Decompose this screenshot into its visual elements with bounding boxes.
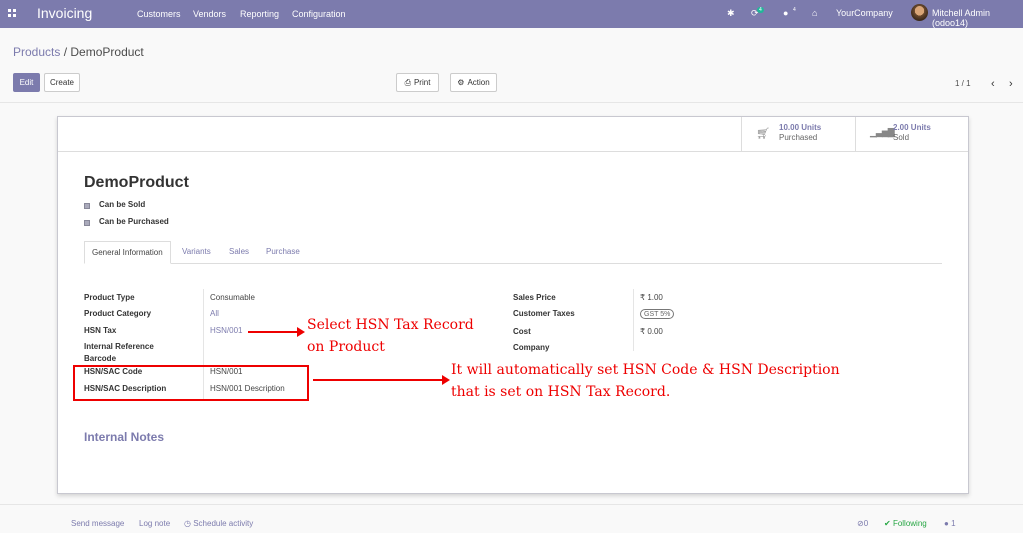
attachments-button[interactable]: ⊘0 [857,519,868,528]
attachments-count: 0 [863,519,869,528]
purchased-smart-button[interactable]: 🛒︎ 10.00 Units Purchased [741,117,855,151]
cost-value: ₹ 0.00 [640,327,663,336]
sold-value: 2.00 Units [893,123,931,132]
company-switch-icon[interactable]: ⌂ [812,8,817,18]
annotation-2-line-1: It will automatically set HSN Code & HSN… [451,362,840,378]
annotation-arrow-hsn-code [313,375,450,385]
schedule-activity-label: Schedule activity [193,519,254,528]
company-label: Company [513,343,550,352]
apps-menu-icon[interactable] [8,9,18,19]
following-label: Following [892,519,927,528]
sold-label: Sold [893,133,910,142]
sold-smart-button[interactable]: ▁▃▅▇ 2.00 Units Sold [855,117,968,151]
customer-taxes-label: Customer Taxes [513,309,575,318]
action-label: Action [467,78,490,87]
form-sheet: 🛒︎ 10.00 Units Purchased ▁▃▅▇ 2.00 Units… [57,116,969,494]
cost-label: Cost [513,327,531,336]
app-name[interactable]: Invoicing [37,5,92,21]
check-icon: ✔ [884,519,891,528]
send-message-button[interactable]: Send message [71,519,124,528]
create-button[interactable]: Create [44,73,80,92]
schedule-activity-button[interactable]: ◷ Schedule activity [184,519,253,528]
annotation-auto-set: It will automatically set HSN Code & HSN… [451,359,840,403]
tab-variants[interactable]: Variants [182,241,211,264]
menu-configuration[interactable]: Configuration [292,9,346,19]
user-avatar[interactable] [911,4,928,21]
notebook-tabs: General Information Variants Sales Purch… [84,241,942,264]
breadcrumb-products[interactable]: Products [13,45,60,59]
chatter-divider [0,504,1023,505]
pager-value[interactable]: 1 / 1 [955,79,971,88]
user-name[interactable]: Mitchell Admin (odoo14) [932,8,1023,28]
product-type-label: Product Type [84,293,135,302]
messages-chat-icon[interactable]: ● 4 [783,7,796,18]
followers-count: 1 [951,519,956,528]
activity-clock-icon[interactable]: ⟳ 4 [751,7,764,19]
breadcrumb-current: DemoProduct [70,45,144,59]
hsn-tax-label: HSN Tax [84,326,117,335]
company-name[interactable]: YourCompany [836,8,893,18]
tab-purchase[interactable]: Purchase [266,241,300,264]
internal-reference-label: Internal Reference [84,342,154,351]
clock-icon: ◷ [184,519,191,528]
user-icon: ● [944,519,949,528]
print-icon: ⎙ [404,77,411,87]
right-field-column-divider [633,289,634,351]
bar-chart-icon: ▁▃▅▇ [870,127,895,137]
barcode-label: Barcode [84,354,117,363]
shopping-cart-icon: 🛒︎ [756,128,770,140]
message-count-badge: 4 [793,7,796,13]
followers-button[interactable]: ● 1 [944,519,956,528]
debug-bug-icon[interactable]: ✱ [727,8,735,19]
top-navbar: Invoicing Customers Vendors Reporting Co… [0,0,1023,28]
annotation-select-hsn-tax: Select HSN Tax Record on Product [307,314,474,358]
purchased-value: 10.00 Units [779,123,822,132]
print-label: Print [413,78,431,87]
following-button[interactable]: ✔ Following [884,519,927,528]
menu-customers[interactable]: Customers [137,9,181,19]
breadcrumb-separator: / [63,45,68,59]
can-be-purchased-checkbox[interactable] [84,220,90,226]
control-panel-divider [0,102,1023,103]
paperclip-icon: ⊘ [857,519,864,528]
gear-icon: ⚙ [457,78,465,87]
customer-tax-tag[interactable]: GST 5% [640,309,675,319]
menu-reporting[interactable]: Reporting [240,9,279,19]
smart-button-bar: 🛒︎ 10.00 Units Purchased ▁▃▅▇ 2.00 Units… [58,117,968,152]
sales-price-value: ₹ 1.00 [640,293,663,302]
product-category-value[interactable]: All [210,309,219,318]
annotation-2-line-2: that is set on HSN Tax Record. [451,384,671,400]
product-name: DemoProduct [84,174,189,191]
annotation-highlight-box [73,365,309,401]
tab-sales[interactable]: Sales [229,241,249,264]
activity-count-badge: 4 [757,7,764,13]
log-note-button[interactable]: Log note [139,519,170,528]
can-be-purchased-label: Can be Purchased [99,217,169,226]
can-be-sold-label: Can be Sold [99,200,146,209]
breadcrumb: Products / DemoProduct [13,45,144,59]
sales-price-label: Sales Price [513,293,556,302]
print-button[interactable]: ⎙ Print [396,73,439,92]
menu-vendors[interactable]: Vendors [193,9,226,19]
annotation-1-line-1: Select HSN Tax Record [307,317,474,333]
pager-previous-icon[interactable]: ‹ [991,78,995,90]
purchased-label: Purchased [779,133,818,142]
edit-button[interactable]: Edit [13,73,40,92]
product-type-value: Consumable [210,293,255,302]
annotation-1-line-2: on Product [307,339,385,355]
can-be-sold-checkbox[interactable] [84,203,90,209]
hsn-tax-value[interactable]: HSN/001 [210,326,242,335]
action-button[interactable]: ⚙ Action [450,73,497,92]
product-category-label: Product Category [84,309,152,318]
tab-general-information[interactable]: General Information [84,241,171,264]
internal-notes-heading: Internal Notes [84,430,165,444]
pager-next-icon[interactable]: › [1009,78,1013,90]
annotation-arrow-hsn-tax [248,327,305,337]
